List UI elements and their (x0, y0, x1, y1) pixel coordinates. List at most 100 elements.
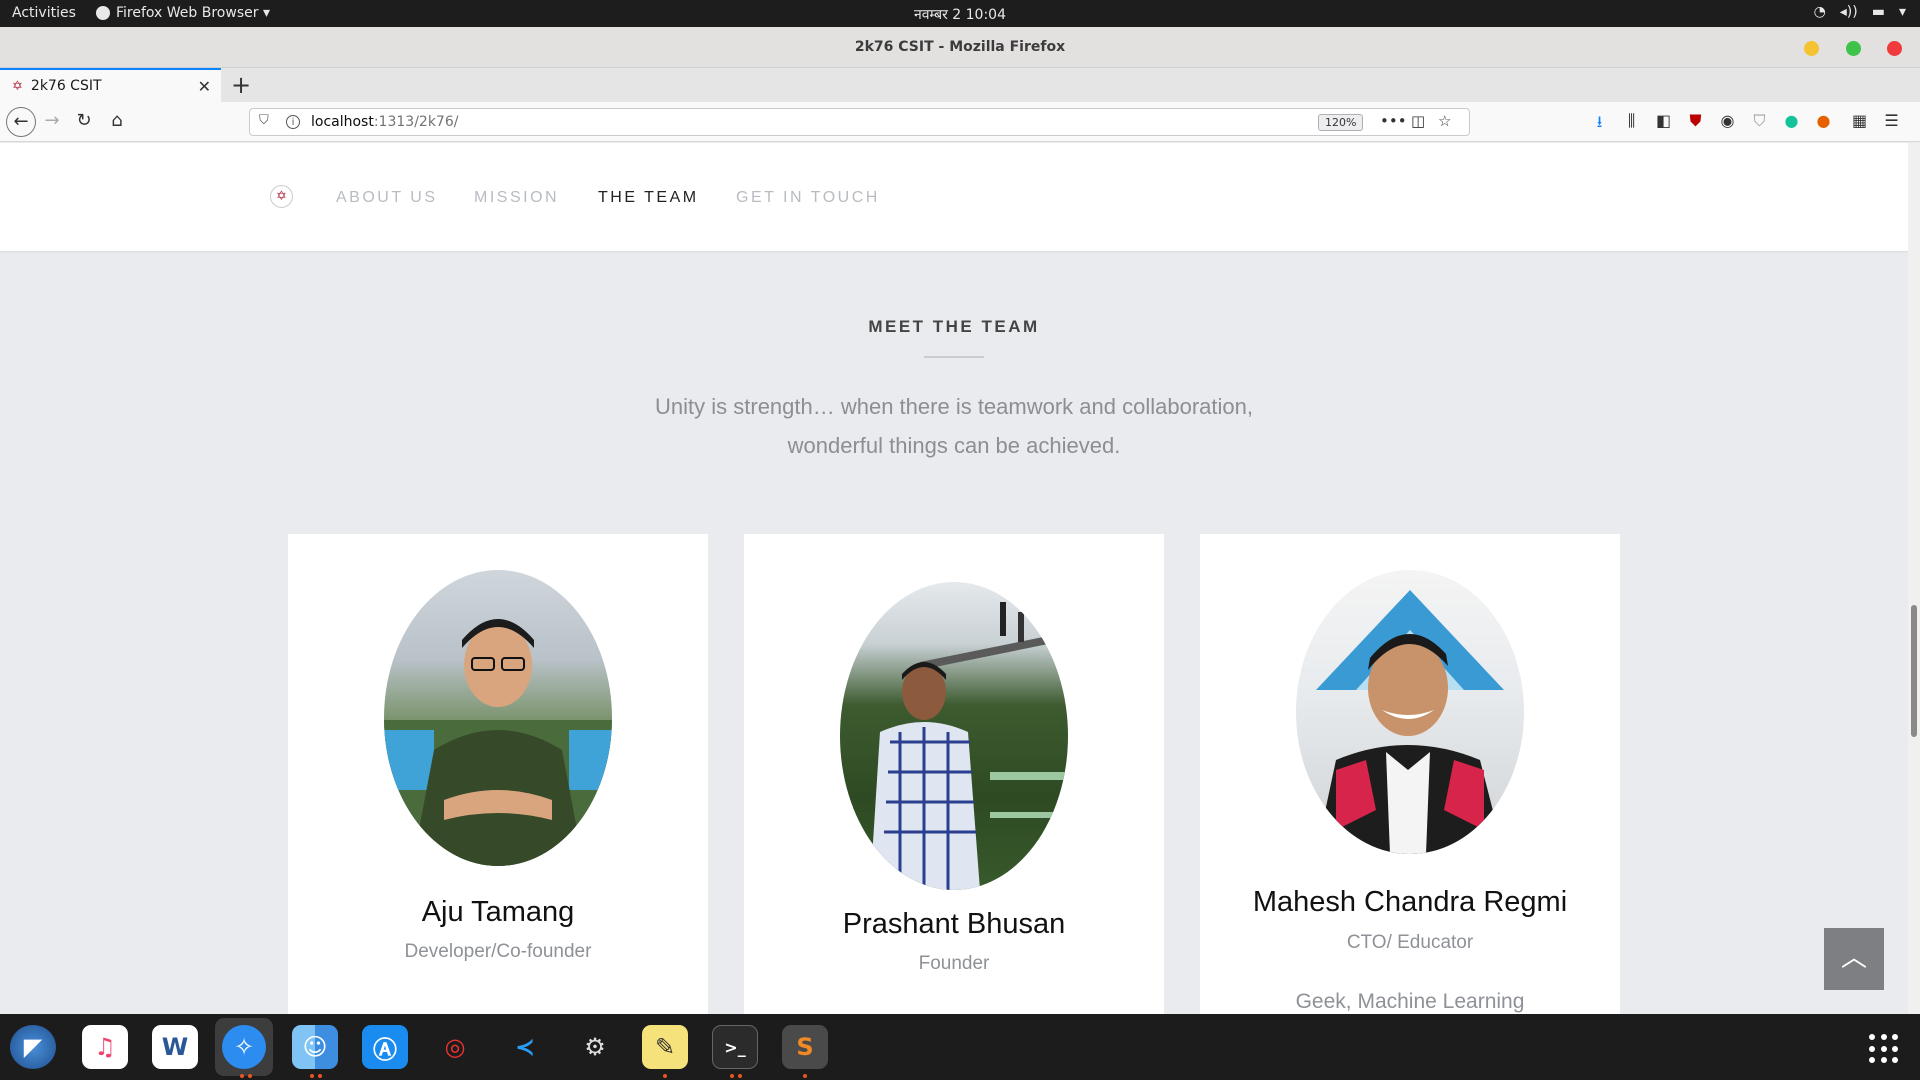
running-indicator (730, 1074, 734, 1078)
notes-pencil-icon[interactable]: ✎ (642, 1025, 688, 1069)
team-member-role: Founder (918, 953, 990, 974)
volume-icon: ◂)) (1839, 4, 1858, 20)
subtitle-line-1: Unity is strength… when there is teamwor… (655, 394, 1253, 419)
vscode-icon[interactable]: ≺ (502, 1025, 548, 1069)
site-info-icon[interactable]: i (286, 115, 300, 129)
navigation-toolbar: ← → ↻ ⌂ ⛉ i localhost:1313/2k76/ 120% ••… (0, 102, 1920, 142)
address-bar[interactable]: ⛉ i localhost:1313/2k76/ 120% ••• ◫ ☆ (249, 108, 1470, 136)
running-indicator (318, 1074, 322, 1078)
forward-button[interactable]: → (40, 110, 64, 131)
clock[interactable]: नवम्बर 2 10:04 (914, 5, 1006, 24)
section-divider (924, 356, 984, 358)
sidebar-icon[interactable]: ◧ (1654, 111, 1673, 138)
library-icon[interactable]: ⫼ (1622, 111, 1641, 138)
nav-about-us[interactable]: ABOUT US (336, 189, 438, 207)
safari-compass-icon[interactable]: ✧ (215, 1018, 273, 1076)
running-indicator (738, 1074, 742, 1078)
chevron-up-icon: ︿ (1840, 943, 1867, 973)
team-member-bio: Geek, Machine Learning (1295, 990, 1525, 1013)
grammarly-icon[interactable]: ● (1782, 111, 1801, 138)
show-applications-icon[interactable] (1869, 1034, 1899, 1064)
settings-gear-icon[interactable]: ⚙ (572, 1025, 618, 1069)
team-member-name: Mahesh Chandra Regmi (1252, 886, 1568, 918)
pocket-icon[interactable]: ◫ (1411, 112, 1425, 130)
extension-icon[interactable]: ● (1814, 111, 1833, 138)
tracking-shield-icon[interactable]: ⛉ (259, 113, 269, 128)
eagle-app-icon[interactable]: ◤ (10, 1025, 56, 1069)
team-member-photo (840, 582, 1068, 890)
team-member-photo (384, 570, 612, 866)
word-processor-icon[interactable]: W (152, 1025, 198, 1069)
home-button[interactable]: ⌂ (105, 110, 129, 131)
subtitle-line-2: wonderful things can be achieved. (787, 433, 1121, 458)
extensions-puzzle-icon[interactable]: ▦ (1850, 111, 1869, 138)
running-indicator (803, 1074, 807, 1078)
team-card: Aju Tamang Developer/Co-founder (288, 534, 708, 1014)
tab-label: 2k76 CSIT (30, 78, 102, 94)
tab-2k76-csit[interactable]: ✡ 2k76 CSIT ✕ (0, 68, 221, 102)
site-navbar: ✡ ABOUT US MISSION THE TEAM GET IN TOUCH (0, 143, 1908, 251)
site-logo-icon[interactable]: ✡ (270, 185, 293, 208)
app-store-icon[interactable]: Ⓐ (362, 1025, 408, 1069)
nav-get-in-touch[interactable]: GET IN TOUCH (736, 189, 880, 207)
url-text[interactable]: localhost:1313/2k76/ (311, 114, 458, 130)
team-card: Mahesh Chandra Regmi CTO/ Educator Geek,… (1200, 534, 1620, 1014)
ubuntu-dock: ◤ ♫ W ✧ ☺ Ⓐ ◎ ≺ ⚙ ✎ >_ S (0, 1014, 1920, 1080)
nav-the-team[interactable]: THE TEAM (598, 189, 699, 207)
url-host: localhost (311, 114, 374, 130)
portrait-illustration (384, 619, 612, 866)
running-indicator (248, 1074, 252, 1078)
new-tab-button[interactable]: + (231, 71, 251, 99)
tab-strip: ✡ 2k76 CSIT ✕ + (0, 68, 1920, 102)
finder-icon[interactable]: ☺ (292, 1025, 338, 1069)
section-subtitle: Unity is strength… when there is teamwor… (600, 387, 1308, 465)
battery-icon: ▬ (1871, 4, 1885, 20)
page-scrollbar[interactable] (1908, 143, 1920, 1014)
portrait-illustration (1316, 590, 1504, 854)
close-window-button[interactable] (1887, 41, 1902, 56)
bookmark-star-icon[interactable]: ☆ (1438, 112, 1451, 130)
sublime-text-icon[interactable]: S (782, 1025, 828, 1069)
url-path: :1313/2k76/ (373, 114, 459, 130)
zoom-indicator[interactable]: 120% (1318, 114, 1364, 131)
page-viewport: ✡ ABOUT US MISSION THE TEAM GET IN TOUCH… (0, 143, 1908, 1014)
activities-button[interactable]: Activities (12, 5, 76, 21)
ublock-icon[interactable]: ⛊ (1686, 111, 1705, 138)
team-member-name: Aju Tamang (421, 896, 575, 928)
scroll-to-top-button[interactable]: ︿ (1824, 928, 1884, 990)
minimize-button[interactable] (1804, 41, 1819, 56)
system-tray[interactable]: ◔ ◂)) ▬ ▾ (1814, 4, 1906, 20)
team-member-role: Developer/Co-founder (404, 941, 592, 962)
scrollbar-thumb[interactable] (1911, 605, 1917, 737)
music-icon[interactable]: ♫ (82, 1025, 128, 1069)
team-member-name: Prashant Bhusan (842, 908, 1066, 940)
privacy-badger-icon[interactable]: ⛉ (1750, 111, 1769, 138)
hamburger-menu-icon[interactable]: ☰ (1882, 111, 1901, 138)
close-tab-icon[interactable]: ✕ (198, 77, 211, 96)
page-actions-icon[interactable]: ••• (1380, 112, 1407, 130)
running-indicator (663, 1074, 667, 1078)
app-menu[interactable]: Firefox Web Browser ▾ (96, 5, 270, 21)
terminal-icon[interactable]: >_ (712, 1025, 758, 1069)
app-menu-label: Firefox Web Browser ▾ (116, 5, 270, 21)
toolbar-icons: ⭳ ⫼ ◧ ⛊ ◉ ⛉ ● ● ▦ ☰ (1590, 111, 1901, 138)
chevron-down-icon: ▾ (1898, 4, 1906, 20)
downloads-icon[interactable]: ⭳ (1590, 111, 1609, 138)
system-top-bar: Activities Firefox Web Browser ▾ नवम्बर … (0, 0, 1920, 27)
team-card: Prashant Bhusan Founder (744, 534, 1164, 1014)
nav-mission[interactable]: MISSION (474, 189, 559, 207)
account-icon[interactable]: ◉ (1718, 111, 1737, 138)
team-member-role: CTO/ Educator (1346, 932, 1474, 953)
team-member-photo (1296, 570, 1524, 854)
window-title: 2k76 CSIT - Mozilla Firefox (854, 39, 1066, 55)
maximize-button[interactable] (1846, 41, 1861, 56)
running-indicator (310, 1074, 314, 1078)
back-button[interactable]: ← (6, 107, 36, 137)
reload-button[interactable]: ↻ (72, 110, 96, 131)
running-indicator (240, 1074, 244, 1078)
help-lifebuoy-icon[interactable]: ◎ (432, 1025, 478, 1069)
portrait-illustration (870, 602, 1068, 890)
window-title-bar: 2k76 CSIT - Mozilla Firefox (0, 27, 1920, 68)
section-title: MEET THE TEAM (868, 317, 1040, 336)
wifi-icon: ◔ (1813, 4, 1826, 20)
